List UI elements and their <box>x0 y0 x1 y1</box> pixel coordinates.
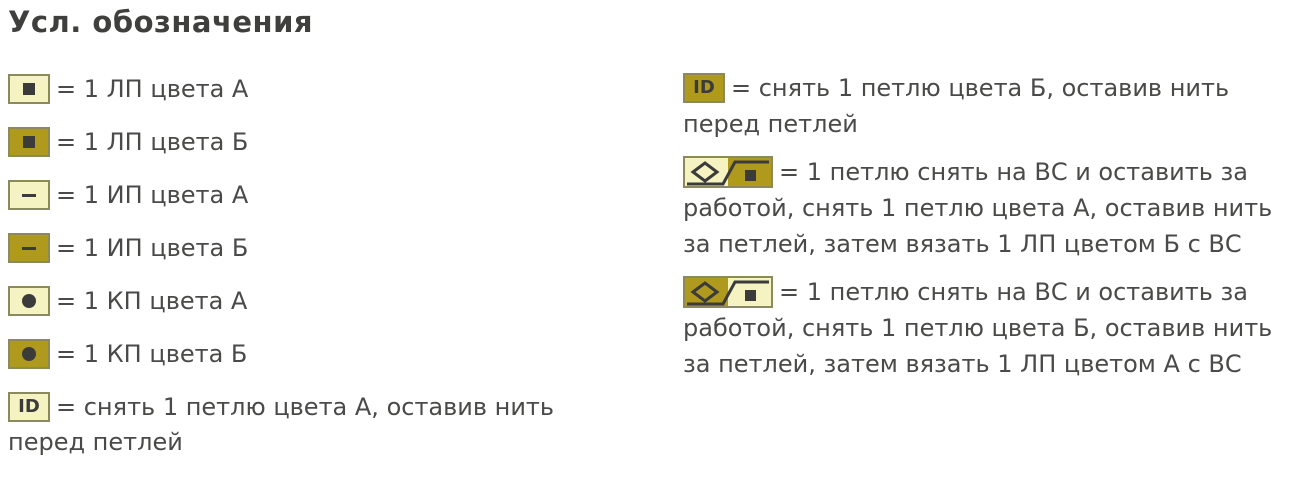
legend-item: ID = снять 1 петлю цвета А, оставив нить <box>8 388 628 426</box>
legend-item: ID = снять 1 петлю цвета Б, оставив нить… <box>683 70 1298 142</box>
legend-item-text-cont: за петлей, затем вязать 1 ЛП цветом А с … <box>683 350 1242 378</box>
legend-item-text: = 1 КП цвета А <box>56 287 248 315</box>
cable-cross-icon <box>683 276 773 308</box>
legend-item-text: = 1 ЛП цвета Б <box>56 128 249 156</box>
legend-item: = 1 ИП цвета А <box>8 176 628 214</box>
legend-item-text: = 1 ИП цвета Б <box>56 234 249 262</box>
legend-item: = 1 петлю снять на ВС и оставить за рабо… <box>683 274 1298 382</box>
slip-id-icon: ID <box>8 392 50 422</box>
slip-id-icon: ID <box>683 73 725 103</box>
legend-item-text-cont: работой, снять 1 петлю цвета А, оставив … <box>683 194 1273 222</box>
legend-left-column: = 1 ЛП цвета А = 1 ЛП цвета Б = 1 ИП цве… <box>8 70 628 460</box>
legend-title: Усл. обозначения <box>8 5 314 39</box>
legend-item-text: = 1 ИП цвета А <box>56 181 249 209</box>
crossed-dot-icon <box>8 286 50 316</box>
legend-right-column: ID = снять 1 петлю цвета Б, оставив нить… <box>683 70 1298 394</box>
crossed-dot-icon <box>8 339 50 369</box>
knit-square-icon <box>8 127 50 157</box>
legend-item-text: = 1 ЛП цвета А <box>56 75 249 103</box>
purl-dash-icon <box>8 180 50 210</box>
legend-item: = 1 КП цвета А <box>8 282 628 320</box>
purl-dash-icon <box>8 233 50 263</box>
legend-item: = 1 ЛП цвета Б <box>8 123 628 161</box>
legend-item: = 1 петлю снять на ВС и оставить за рабо… <box>683 154 1298 262</box>
knit-square-icon <box>8 74 50 104</box>
legend-item-text: = снять 1 петлю цвета А, оставив нить <box>56 393 555 421</box>
legend-item: = 1 ЛП цвета А <box>8 70 628 108</box>
legend-item-text: = 1 КП цвета Б <box>56 340 248 368</box>
legend-item-text-cont: работой, снять 1 петлю цвета Б, оставив … <box>683 314 1273 342</box>
legend-item-text-cont: перед петлей <box>683 110 858 138</box>
cable-cross-icon <box>683 156 773 188</box>
legend-item-text-cont: за петлей, затем вязать 1 ЛП цветом Б с … <box>683 230 1242 258</box>
slip-id-label: ID <box>18 396 40 417</box>
legend-item-text-cont: перед петлей <box>8 428 183 456</box>
legend-item: = 1 КП цвета Б <box>8 335 628 373</box>
legend-item-text: = 1 петлю снять на ВС и оставить за <box>779 158 1248 186</box>
slip-id-label: ID <box>693 77 715 98</box>
legend-item-text: = 1 петлю снять на ВС и оставить за <box>779 278 1248 306</box>
legend-item: = 1 ИП цвета Б <box>8 229 628 267</box>
legend-item-text: = снять 1 петлю цвета Б, оставив нить <box>731 74 1230 102</box>
